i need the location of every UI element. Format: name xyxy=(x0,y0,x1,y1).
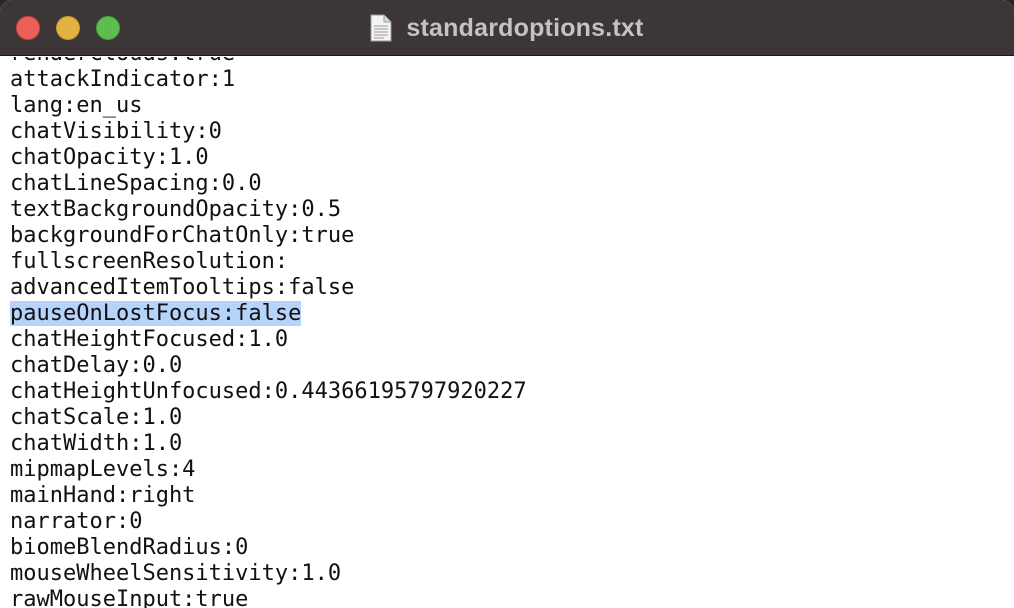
close-button[interactable] xyxy=(16,16,40,40)
text-line[interactable]: mipmapLevels:4 xyxy=(10,457,527,483)
line-text: chatWidth:1.0 xyxy=(10,431,183,456)
text-line[interactable]: lang:en_us xyxy=(10,93,527,119)
text-line[interactable]: chatDelay:0.0 xyxy=(10,353,527,379)
minimize-button[interactable] xyxy=(56,16,80,40)
text-line[interactable]: textBackgroundOpacity:0.5 xyxy=(10,197,527,223)
text-line[interactable]: fullscreenResolution: xyxy=(10,249,527,275)
text-line[interactable]: rawMouseInput:true xyxy=(10,587,527,608)
line-text: chatHeightUnfocused:0.44366195797920227 xyxy=(10,379,527,404)
text-line[interactable]: chatOpacity:1.0 xyxy=(10,145,527,171)
line-text: attackIndicator:1 xyxy=(10,67,236,92)
text-line[interactable]: chatVisibility:0 xyxy=(10,119,527,145)
window-title: standardoptions.txt xyxy=(406,13,644,42)
text-line[interactable]: advancedItemTooltips:false xyxy=(10,275,527,301)
line-text: lang:en_us xyxy=(10,93,143,118)
line-text: chatOpacity:1.0 xyxy=(10,145,209,170)
line-text: textBackgroundOpacity:0.5 xyxy=(10,197,342,222)
line-text: mainHand:right xyxy=(10,483,196,508)
text-line[interactable]: biomeBlendRadius:0 xyxy=(10,535,527,561)
line-text: backgroundForChatOnly:true xyxy=(10,223,355,248)
line-text: chatScale:1.0 xyxy=(10,405,183,430)
selected-text: pauseOnLostFocus:false xyxy=(10,301,302,326)
text-line[interactable]: chatScale:1.0 xyxy=(10,405,527,431)
line-text: renderClouds:true xyxy=(10,57,235,66)
line-text: mipmapLevels:4 xyxy=(10,457,196,482)
text-line[interactable]: renderClouds:true xyxy=(10,57,527,67)
text-line[interactable]: pauseOnLostFocus:false xyxy=(10,301,527,327)
line-text: chatVisibility:0 xyxy=(10,119,222,144)
line-text: chatLineSpacing:0.0 xyxy=(10,171,262,196)
text-line[interactable]: chatLineSpacing:0.0 xyxy=(10,171,527,197)
text-lines[interactable]: renderClouds:trueattackIndicator:1lang:e… xyxy=(10,57,527,608)
line-text: mouseWheelSensitivity:1.0 xyxy=(10,561,342,586)
zoom-button[interactable] xyxy=(96,16,120,40)
text-line[interactable]: chatHeightFocused:1.0 xyxy=(10,327,527,353)
line-text: chatDelay:0.0 xyxy=(10,353,183,378)
title-bar[interactable]: standardoptions.txt xyxy=(0,0,1014,56)
text-editor-window: standardoptions.txt renderClouds:trueatt… xyxy=(0,0,1014,608)
line-text: chatHeightFocused:1.0 xyxy=(10,327,289,352)
line-text: rawMouseInput:true xyxy=(10,587,249,608)
document-icon xyxy=(370,14,392,42)
title-container: standardoptions.txt xyxy=(0,0,1014,56)
text-line[interactable]: backgroundForChatOnly:true xyxy=(10,223,527,249)
text-line[interactable]: chatHeightUnfocused:0.44366195797920227 xyxy=(10,379,527,405)
text-line[interactable]: attackIndicator:1 xyxy=(10,67,527,93)
line-text: narrator:0 xyxy=(10,509,143,534)
line-text: advancedItemTooltips:false xyxy=(10,275,355,300)
text-line[interactable]: chatWidth:1.0 xyxy=(10,431,527,457)
text-editor-area[interactable]: renderClouds:trueattackIndicator:1lang:e… xyxy=(0,57,1014,608)
line-text: biomeBlendRadius:0 xyxy=(10,535,249,560)
line-text: fullscreenResolution: xyxy=(10,249,289,274)
text-line[interactable]: narrator:0 xyxy=(10,509,527,535)
text-line[interactable]: mainHand:right xyxy=(10,483,527,509)
text-line[interactable]: mouseWheelSensitivity:1.0 xyxy=(10,561,527,587)
